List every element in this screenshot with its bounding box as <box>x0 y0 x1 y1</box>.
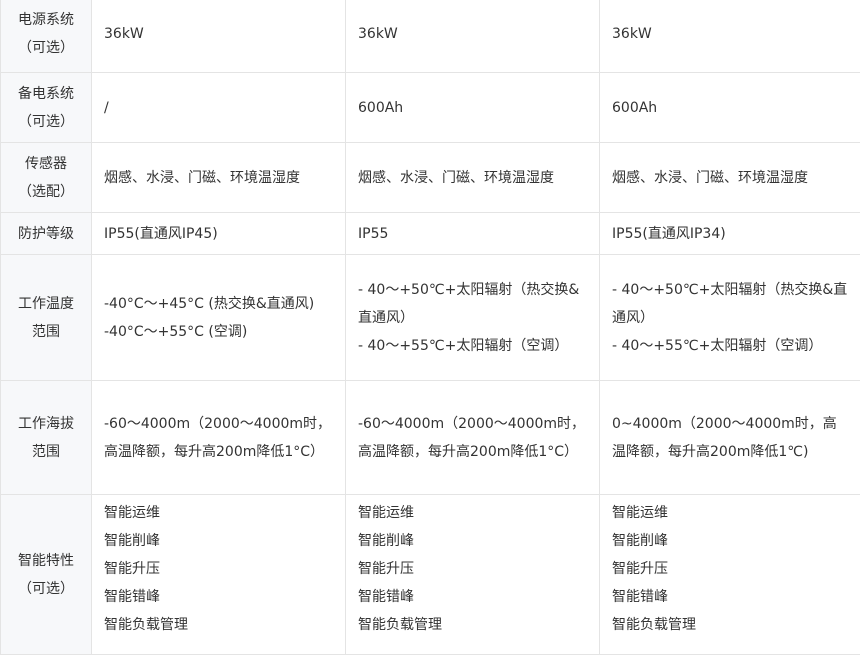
table-row-sensor: 传感器（选配）烟感、水浸、门磁、环境温湿度烟感、水浸、门磁、环境温湿度烟感、水浸… <box>1 143 860 213</box>
table-cell-altitude-col3: 0~4000m（2000～4000m时，高温降额，每升高200m降低1℃) <box>600 381 860 495</box>
row-label-line: 工作海拔 <box>7 410 85 438</box>
cell-line: 智能运维 <box>612 499 850 527</box>
row-label-altitude: 工作海拔范围 <box>1 381 92 495</box>
cell-line: 36kW <box>358 20 589 48</box>
table-cell-sensor-col2: 烟感、水浸、门磁、环境温湿度 <box>346 143 600 213</box>
row-label-line: （可选） <box>7 108 85 136</box>
row-label-line: 电源系统 <box>7 6 85 34</box>
table-row-power: 电源系统（可选） 36kW 36kW 36kW <box>1 0 860 73</box>
cell-line: 智能负载管理 <box>358 611 589 639</box>
cell-line: IP55(直通风IP34) <box>612 220 850 248</box>
cell-line: 智能运维 <box>104 499 335 527</box>
cell-line: -60～4000m（2000～4000m时，高温降额，每升高200m降低1°C） <box>358 410 589 466</box>
cell-line: 36kW <box>612 20 850 48</box>
table-cell-smart-col1: 智能运维智能削峰智能升压智能错峰智能负载管理 <box>92 495 346 655</box>
cell-line: -40°C～+45°C (热交换&直通风) <box>104 290 335 318</box>
row-label-backup: 备电系统（可选） <box>1 73 92 143</box>
cell-line: 智能升压 <box>358 555 589 583</box>
table-cell-temp-col1: -40°C～+45°C (热交换&直通风)-40°C～+55°C (空调) <box>92 255 346 381</box>
cell-line: - 40～+50℃+太阳辐射（热交换&直通风） <box>612 276 850 332</box>
row-label-line: 范围 <box>7 318 85 346</box>
row-label-smart: 智能特性（可选） <box>1 495 92 655</box>
cell-line: - 40～+50℃+太阳辐射（热交换&直通风） <box>358 276 589 332</box>
row-label-line: 范围 <box>7 438 85 466</box>
cell-line: 智能错峰 <box>612 583 850 611</box>
table-cell-power-col2: 36kW <box>346 0 600 73</box>
table-cell-sensor-col1: 烟感、水浸、门磁、环境温湿度 <box>92 143 346 213</box>
table-cell-protect-col3: IP55(直通风IP34) <box>600 213 860 255</box>
spec-table: 电源系统（可选）36kW36kW36kW备电系统（可选）/600Ah600Ah传… <box>0 0 860 655</box>
spec-table-body: 电源系统（可选）36kW36kW36kW备电系统（可选）/600Ah600Ah传… <box>1 0 860 655</box>
cell-line: 智能负载管理 <box>612 611 850 639</box>
row-label-line: （选配） <box>7 178 85 206</box>
cell-line: 0~4000m（2000～4000m时，高温降额，每升高200m降低1℃) <box>612 410 850 466</box>
table-cell-altitude-col1: -60～4000m（2000～4000m时，高温降额，每升高200m降低1°C） <box>92 381 346 495</box>
table-row-temp: 工作温度范围-40°C～+45°C (热交换&直通风)-40°C～+55°C (… <box>1 255 860 381</box>
cell-line: 智能削峰 <box>358 527 589 555</box>
cell-line: 智能运维 <box>358 499 589 527</box>
table-cell-temp-col2: - 40～+50℃+太阳辐射（热交换&直通风）- 40～+55℃+太阳辐射（空调… <box>346 255 600 381</box>
cell-line: 智能升压 <box>612 555 850 583</box>
row-label-temp: 工作温度范围 <box>1 255 92 381</box>
table-cell-power-col1: 36kW <box>92 0 346 73</box>
row-label-line: （可选） <box>7 34 85 62</box>
cell-line: 烟感、水浸、门磁、环境温湿度 <box>104 164 335 192</box>
row-label-line: 防护等级 <box>7 220 85 248</box>
table-cell-sensor-col3: 烟感、水浸、门磁、环境温湿度 <box>600 143 860 213</box>
cell-line: 智能负载管理 <box>104 611 335 639</box>
cell-line: - 40～+55℃+太阳辐射（空调） <box>612 332 850 360</box>
table-cell-backup-col1: / <box>92 73 346 143</box>
cell-line: 烟感、水浸、门磁、环境温湿度 <box>358 164 589 192</box>
cell-line: - 40～+55℃+太阳辐射（空调） <box>358 332 589 360</box>
cell-line: 600Ah <box>358 94 589 122</box>
cell-line: 智能错峰 <box>104 583 335 611</box>
table-cell-smart-col2: 智能运维智能削峰智能升压智能错峰智能负载管理 <box>346 495 600 655</box>
table-cell-backup-col2: 600Ah <box>346 73 600 143</box>
cell-line: -60～4000m（2000～4000m时，高温降额，每升高200m降低1°C） <box>104 410 335 466</box>
table-cell-power-col3: 36kW <box>600 0 860 73</box>
table-row-altitude: 工作海拔范围-60～4000m（2000～4000m时，高温降额，每升高200m… <box>1 381 860 495</box>
table-cell-backup-col3: 600Ah <box>600 73 860 143</box>
row-label-line: 智能特性 <box>7 547 85 575</box>
cell-line: -40°C～+55°C (空调) <box>104 318 335 346</box>
row-label-sensor: 传感器（选配） <box>1 143 92 213</box>
row-label-line: 工作温度 <box>7 290 85 318</box>
row-label-line: （可选） <box>7 575 85 603</box>
cell-line: 600Ah <box>612 94 850 122</box>
cell-line: IP55 <box>358 220 589 248</box>
table-cell-temp-col3: - 40～+50℃+太阳辐射（热交换&直通风）- 40～+55℃+太阳辐射（空调… <box>600 255 860 381</box>
table-cell-smart-col3: 智能运维智能削峰智能升压智能错峰智能负载管理 <box>600 495 860 655</box>
row-label-protect: 防护等级 <box>1 213 92 255</box>
table-row-backup: 备电系统（可选） / 600Ah 600Ah <box>1 73 860 143</box>
cell-line: 智能错峰 <box>358 583 589 611</box>
row-label-power: 电源系统（可选） <box>1 0 92 73</box>
table-row-smart: 智能特性（可选）智能运维智能削峰智能升压智能错峰智能负载管理智能运维智能削峰智能… <box>1 495 860 655</box>
table-cell-protect-col1: IP55(直通风IP45) <box>92 213 346 255</box>
cell-line: IP55(直通风IP45) <box>104 220 335 248</box>
table-row-protect: 防护等级 IP55(直通风IP45) IP55 IP55(直通风IP34) <box>1 213 860 255</box>
cell-line: 36kW <box>104 20 335 48</box>
cell-line: 智能削峰 <box>104 527 335 555</box>
row-label-line: 备电系统 <box>7 80 85 108</box>
row-label-line: 传感器 <box>7 150 85 178</box>
table-cell-altitude-col2: -60～4000m（2000～4000m时，高温降额，每升高200m降低1°C） <box>346 381 600 495</box>
table-cell-protect-col2: IP55 <box>346 213 600 255</box>
cell-line: 智能削峰 <box>612 527 850 555</box>
cell-line: 智能升压 <box>104 555 335 583</box>
cell-line: / <box>104 94 335 122</box>
cell-line: 烟感、水浸、门磁、环境温湿度 <box>612 164 850 192</box>
